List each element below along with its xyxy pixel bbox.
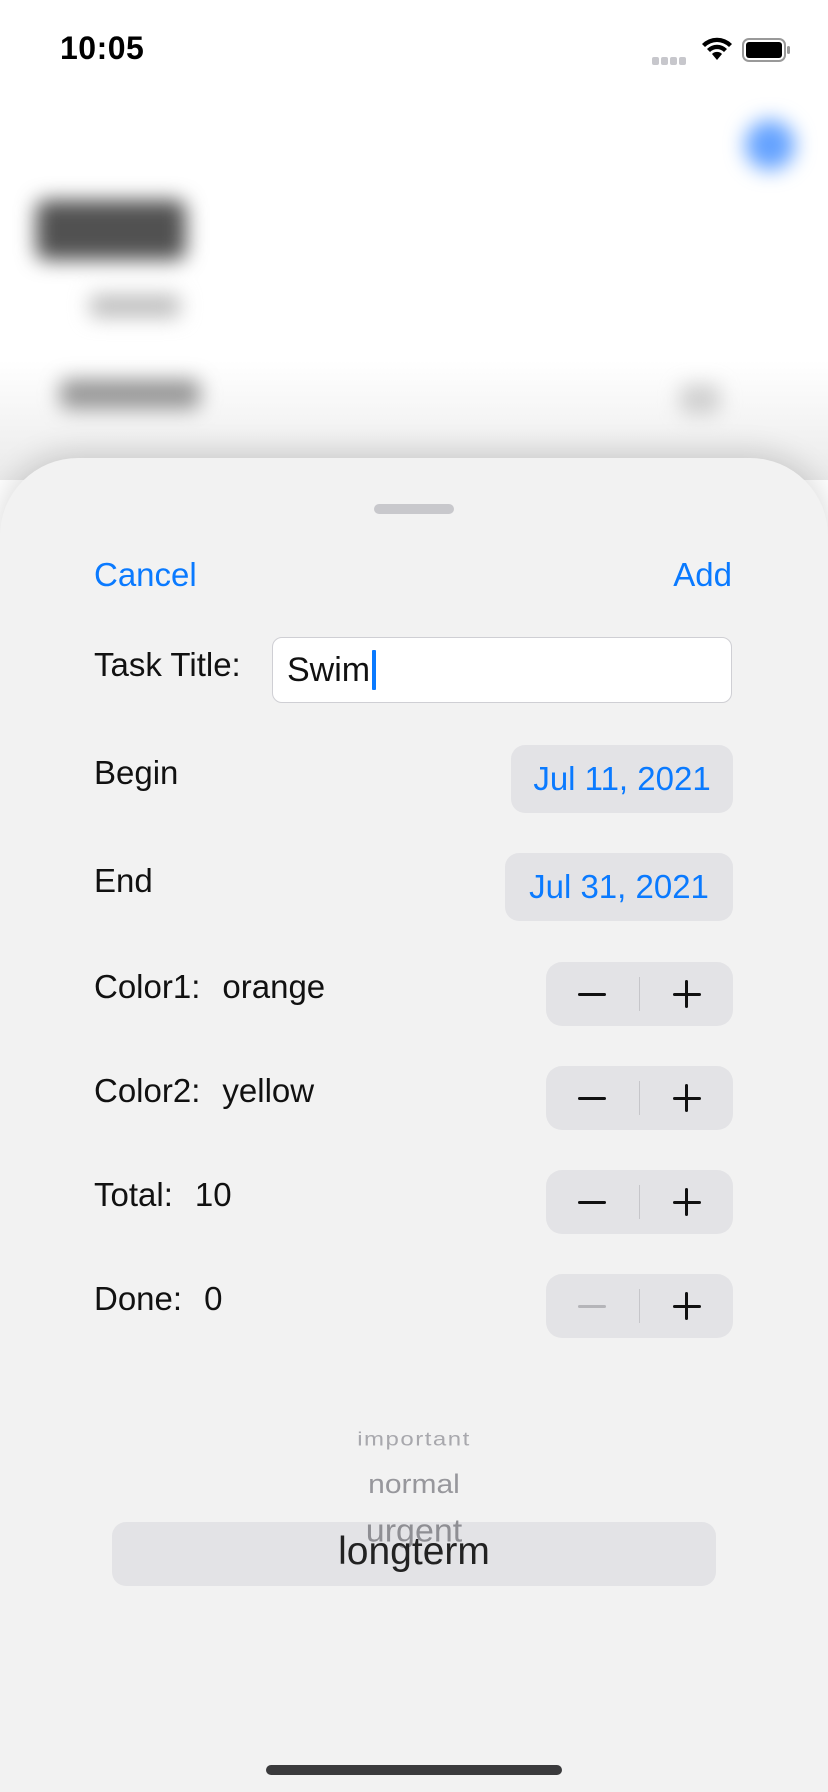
home-indicator (266, 1765, 562, 1775)
color2-increment-button[interactable] (640, 1066, 733, 1130)
begin-label: Begin (94, 754, 179, 791)
picker-selected-option[interactable]: longterm (0, 1530, 828, 1574)
battery-icon (742, 38, 790, 62)
color2-stepper (546, 1066, 733, 1130)
color1-row: Color1: orange (94, 968, 325, 1006)
task-title-value: Swim (287, 650, 371, 689)
color2-row: Color2: yellow (94, 1072, 314, 1110)
color2-value: yellow (222, 1072, 315, 1109)
color1-increment-button[interactable] (640, 962, 733, 1026)
background-title (36, 200, 186, 260)
done-decrement-button[interactable] (546, 1274, 639, 1338)
priority-picker[interactable]: important normal urgent longterm (0, 1418, 828, 1638)
wifi-icon (700, 36, 734, 62)
end-label: End (94, 862, 153, 899)
done-increment-button[interactable] (640, 1274, 733, 1338)
minus-icon (578, 1304, 607, 1308)
total-stepper (546, 1170, 733, 1234)
background-action-button (745, 120, 795, 170)
task-title-input[interactable]: Swim (272, 637, 732, 703)
color1-stepper (546, 962, 733, 1026)
done-row: Done: 0 (94, 1280, 222, 1318)
minus-icon (578, 992, 607, 996)
end-date-value: Jul 31, 2021 (529, 868, 709, 905)
color1-decrement-button[interactable] (546, 962, 639, 1026)
cellular-signal-icon (652, 52, 692, 65)
total-increment-button[interactable] (640, 1170, 733, 1234)
plus-icon (672, 980, 701, 1008)
task-title-label: Task Title: (94, 646, 241, 683)
total-decrement-button[interactable] (546, 1170, 639, 1234)
done-stepper (546, 1274, 733, 1338)
minus-icon (578, 1200, 607, 1204)
color1-value: orange (222, 968, 326, 1005)
total-label: Total: (94, 1176, 173, 1213)
end-date-picker[interactable]: Jul 31, 2021 (505, 853, 733, 921)
picker-option[interactable]: important (0, 1429, 828, 1451)
begin-date-picker[interactable]: Jul 11, 2021 (511, 745, 733, 813)
total-row: Total: 10 (94, 1176, 232, 1214)
total-value: 10 (194, 1176, 232, 1213)
plus-icon (672, 1188, 701, 1216)
picker-option[interactable]: normal (0, 1470, 828, 1501)
background-subtitle (90, 295, 180, 317)
add-task-sheet: Cancel Add Task Title: Swim Begin Jul 11… (0, 458, 828, 1792)
done-label: Done: (94, 1280, 183, 1317)
color1-label: Color1: (94, 968, 201, 1005)
color2-decrement-button[interactable] (546, 1066, 639, 1130)
plus-icon (672, 1292, 701, 1320)
begin-date-value: Jul 11, 2021 (533, 760, 711, 797)
plus-icon (672, 1084, 701, 1112)
cancel-button[interactable]: Cancel (94, 556, 197, 594)
sheet-grabber[interactable] (374, 504, 454, 514)
status-bar: 10:05 (0, 0, 828, 100)
minus-icon (578, 1096, 607, 1100)
status-time: 10:05 (60, 30, 145, 66)
done-value: 0 (204, 1280, 223, 1317)
add-button[interactable]: Add (673, 556, 732, 594)
color2-label: Color2: (94, 1072, 201, 1109)
text-cursor (372, 650, 377, 690)
